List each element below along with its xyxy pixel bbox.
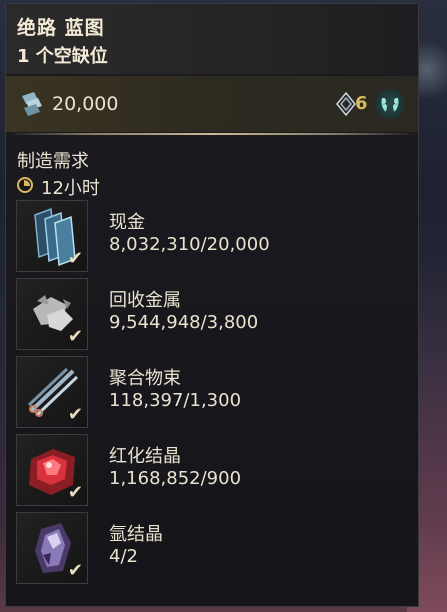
item-name: 聚合物束 — [109, 368, 181, 389]
requirement-item-credits[interactable]: ✔ 现金 8,032,310/20,000 — [14, 198, 414, 274]
item-quantity: 9,544,948/3,800 — [109, 312, 259, 333]
item-quantity: 8,032,310/20,000 — [109, 234, 270, 255]
section-divider — [14, 133, 410, 135]
rubedo-icon: ✔ — [16, 434, 88, 506]
item-name: 现金 — [109, 212, 145, 233]
requirement-item-polymer-bundle[interactable]: ✔ 聚合物束 118,397/1,300 — [14, 354, 414, 430]
item-name: 回收金属 — [109, 290, 181, 311]
empty-slot-count: 1 个空缺位 — [17, 46, 108, 67]
salvage-icon: ✔ — [16, 278, 88, 350]
credits-stack-icon: ✔ — [16, 200, 88, 272]
build-time-text: 12小时 — [41, 178, 100, 199]
blueprint-tooltip-panel: 绝路 蓝图 1 个空缺位 20,000 6 制造需求 12小时 ✔ 现金 8,0… — [5, 3, 419, 607]
mastery-rank-value: 6 — [355, 93, 368, 114]
title-bar: 绝路 蓝图 1 个空缺位 — [6, 4, 418, 74]
item-quantity: 1,168,852/900 — [109, 468, 242, 489]
crafting-requirements-header: 制造需求 — [17, 151, 89, 172]
requirement-item-salvage[interactable]: ✔ 回收金属 9,544,948/3,800 — [14, 276, 414, 352]
requirement-item-argon-crystal[interactable]: ✔ 氩结晶 4/2 — [14, 510, 414, 586]
requirement-met-check-icon: ✔ — [67, 482, 83, 503]
item-quantity: 118,397/1,300 — [109, 390, 242, 411]
credits-cost: 20,000 — [52, 93, 119, 115]
credits-icon — [22, 92, 42, 116]
laurel-wreath-icon — [375, 89, 405, 119]
blueprint-title: 绝路 蓝图 — [17, 17, 105, 39]
requirement-met-check-icon: ✔ — [67, 404, 83, 425]
clock-icon — [17, 177, 33, 193]
cost-row: 20,000 6 — [6, 76, 418, 132]
requirement-met-check-icon: ✔ — [67, 326, 83, 347]
requirement-item-rubedo[interactable]: ✔ 红化结晶 1,168,852/900 — [14, 432, 414, 508]
requirement-met-check-icon: ✔ — [67, 560, 83, 581]
requirement-met-check-icon: ✔ — [67, 248, 83, 269]
mastery-rank-icon — [336, 92, 356, 116]
polymer-bundle-icon: ✔ — [16, 356, 88, 428]
argon-crystal-icon: ✔ — [16, 512, 88, 584]
item-name: 氩结晶 — [109, 524, 163, 545]
item-quantity: 4/2 — [109, 546, 138, 567]
item-name: 红化结晶 — [109, 446, 181, 467]
